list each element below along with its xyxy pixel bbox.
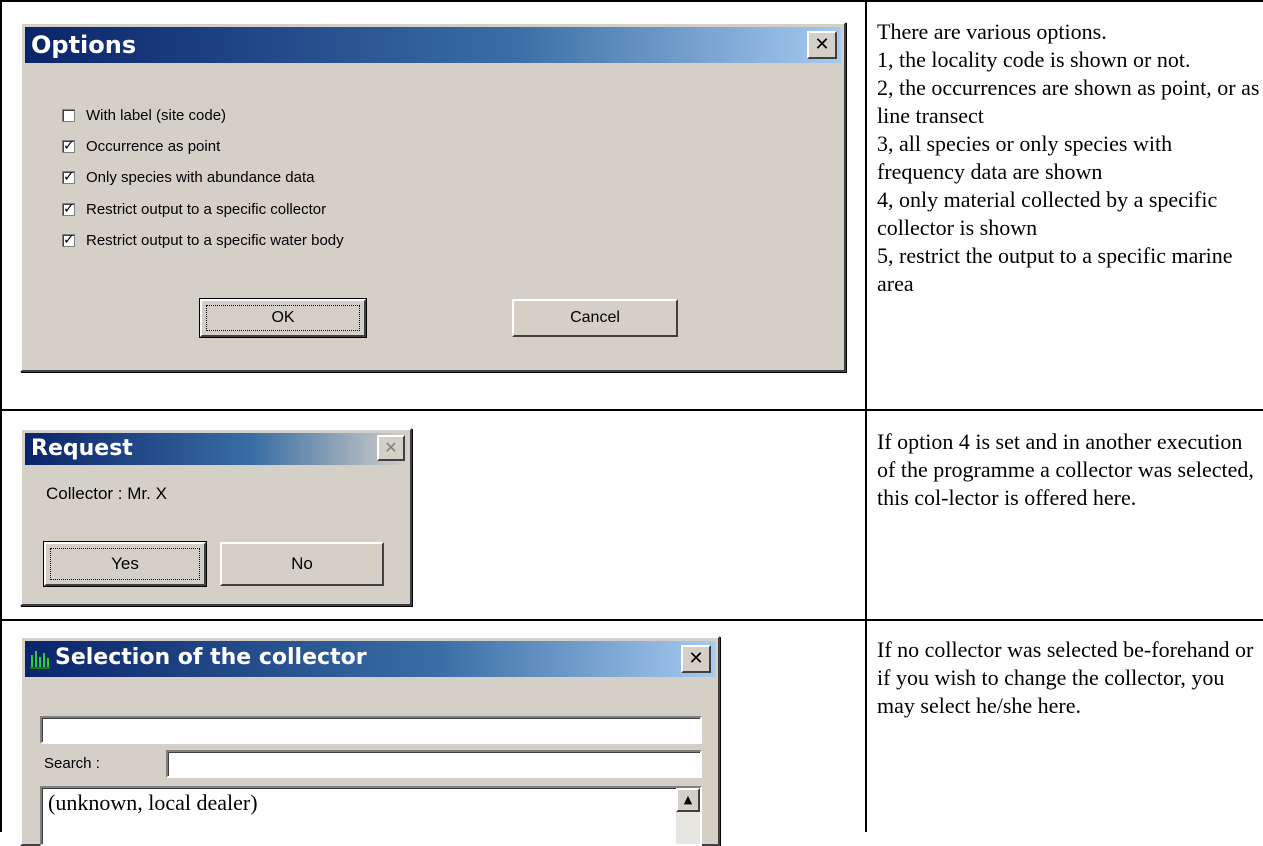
search-input[interactable] (166, 750, 702, 778)
request-message: Collector : Mr. X (46, 484, 167, 503)
checkbox-label: Occurrence as point (86, 138, 221, 155)
close-icon: ✕ (384, 438, 398, 457)
document-table: Options ✕ With label (site code) ✓ Occur… (0, 0, 1263, 846)
options-description: There are various options. 1, the locali… (877, 19, 1260, 296)
checkbox-box[interactable]: ✓ (62, 169, 75, 185)
list-scrollbar[interactable]: ▲ (676, 788, 700, 844)
collector-list[interactable]: (unknown, local dealer) ▲ (40, 786, 702, 846)
ok-button-label: OK (271, 309, 295, 326)
request-dialog: Request ✕ Collector : Mr. X Yes No (20, 428, 412, 606)
options-titlebar[interactable]: Options ✕ (25, 27, 841, 63)
checkbox-label: With label (site code) (86, 107, 227, 124)
check-mark-icon: ✓ (63, 232, 75, 248)
selection-title: Selection of the collector (55, 645, 367, 670)
table-border-left (0, 0, 2, 832)
table-border-top (0, 0, 1263, 2)
options-close-button[interactable]: ✕ (807, 31, 837, 59)
table-divider-2 (0, 619, 1263, 621)
options-dialog: Options ✕ With label (site code) ✓ Occur… (20, 22, 846, 372)
table-column-divider (865, 0, 867, 832)
yes-button-label: Yes (111, 554, 139, 573)
request-title: Request (31, 436, 133, 461)
selection-titlebar[interactable]: Selection of the collector ✕ (25, 641, 715, 677)
request-close-button[interactable]: ✕ (377, 435, 405, 461)
ok-button[interactable]: OK (199, 298, 367, 338)
no-button-label: No (291, 554, 313, 573)
request-titlebar[interactable]: Request ✕ (25, 433, 407, 465)
cancel-button-label: Cancel (570, 309, 620, 326)
check-mark-icon: ✓ (63, 169, 75, 185)
checkbox-box[interactable] (62, 109, 75, 122)
cancel-button[interactable]: Cancel (512, 299, 678, 337)
close-icon: ✕ (688, 648, 704, 669)
table-divider-1 (0, 409, 1263, 411)
collector-name-field[interactable] (40, 716, 702, 744)
search-label: Search : (44, 755, 100, 772)
check-mark-icon: ✓ (63, 138, 75, 154)
yes-button[interactable]: Yes (43, 541, 207, 587)
scroll-up-icon: ▲ (683, 793, 693, 806)
app-icon (29, 649, 51, 669)
selection-description: If no collector was selected be-forehand… (877, 637, 1254, 718)
list-item[interactable]: (unknown, local dealer) (48, 790, 258, 816)
selection-close-button[interactable]: ✕ (681, 645, 711, 673)
checkbox-box[interactable]: ✓ (62, 201, 75, 217)
scroll-up-button[interactable]: ▲ (676, 788, 700, 812)
checkbox-box[interactable]: ✓ (62, 232, 75, 248)
selection-dialog: Selection of the collector ✕ Search : (u… (20, 636, 720, 846)
checkbox-label: Restrict output to a specific water body (86, 232, 344, 249)
list-item-label: (unknown, local dealer) (48, 790, 258, 815)
check-mark-icon: ✓ (63, 201, 75, 217)
checkbox-box[interactable]: ✓ (62, 138, 75, 154)
close-icon: ✕ (814, 34, 830, 55)
options-title: Options (31, 31, 137, 59)
request-description: If option 4 is set and in another execut… (877, 429, 1254, 510)
no-button[interactable]: No (220, 542, 384, 586)
checkbox-label: Restrict output to a specific collector (86, 201, 327, 218)
checkbox-label: Only species with abundance data (86, 169, 315, 186)
